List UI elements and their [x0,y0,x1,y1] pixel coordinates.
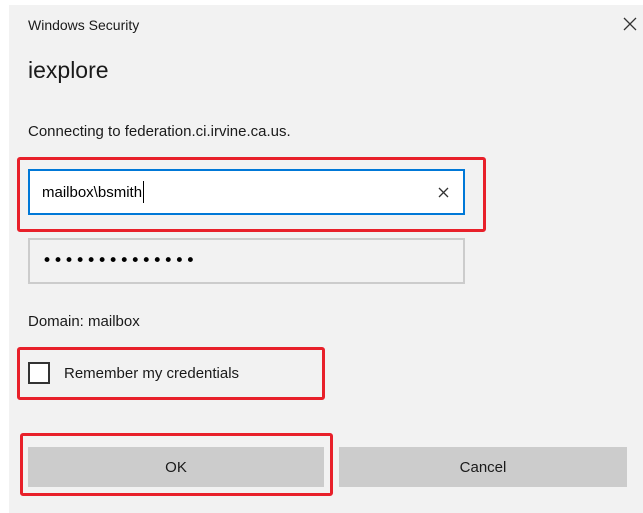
close-icon [438,187,448,197]
remember-credentials-label: Remember my credentials [64,364,240,382]
remember-credentials-checkbox[interactable]: Remember my credentials [28,358,239,388]
window-title: Windows Security [28,17,140,33]
ok-button[interactable]: OK [28,447,324,487]
username-value: mailbox\bsmith [42,184,143,201]
password-input[interactable]: •••••••••••••• [28,238,465,284]
text-caret [143,181,144,203]
clear-username-button[interactable] [433,182,453,202]
checkbox-box[interactable] [28,362,50,384]
cancel-button[interactable]: Cancel [339,447,627,487]
username-input[interactable]: mailbox\bsmith [28,169,465,215]
close-button[interactable] [619,13,641,35]
app-name: iexplore [28,57,109,83]
password-value: •••••••••••••• [42,251,197,271]
domain-label: Domain: mailbox [28,313,140,330]
connection-message: Connecting to federation.ci.irvine.ca.us… [28,123,291,140]
close-icon [623,17,637,31]
windows-security-dialog: Windows Security iexplore Connecting to … [9,5,643,513]
